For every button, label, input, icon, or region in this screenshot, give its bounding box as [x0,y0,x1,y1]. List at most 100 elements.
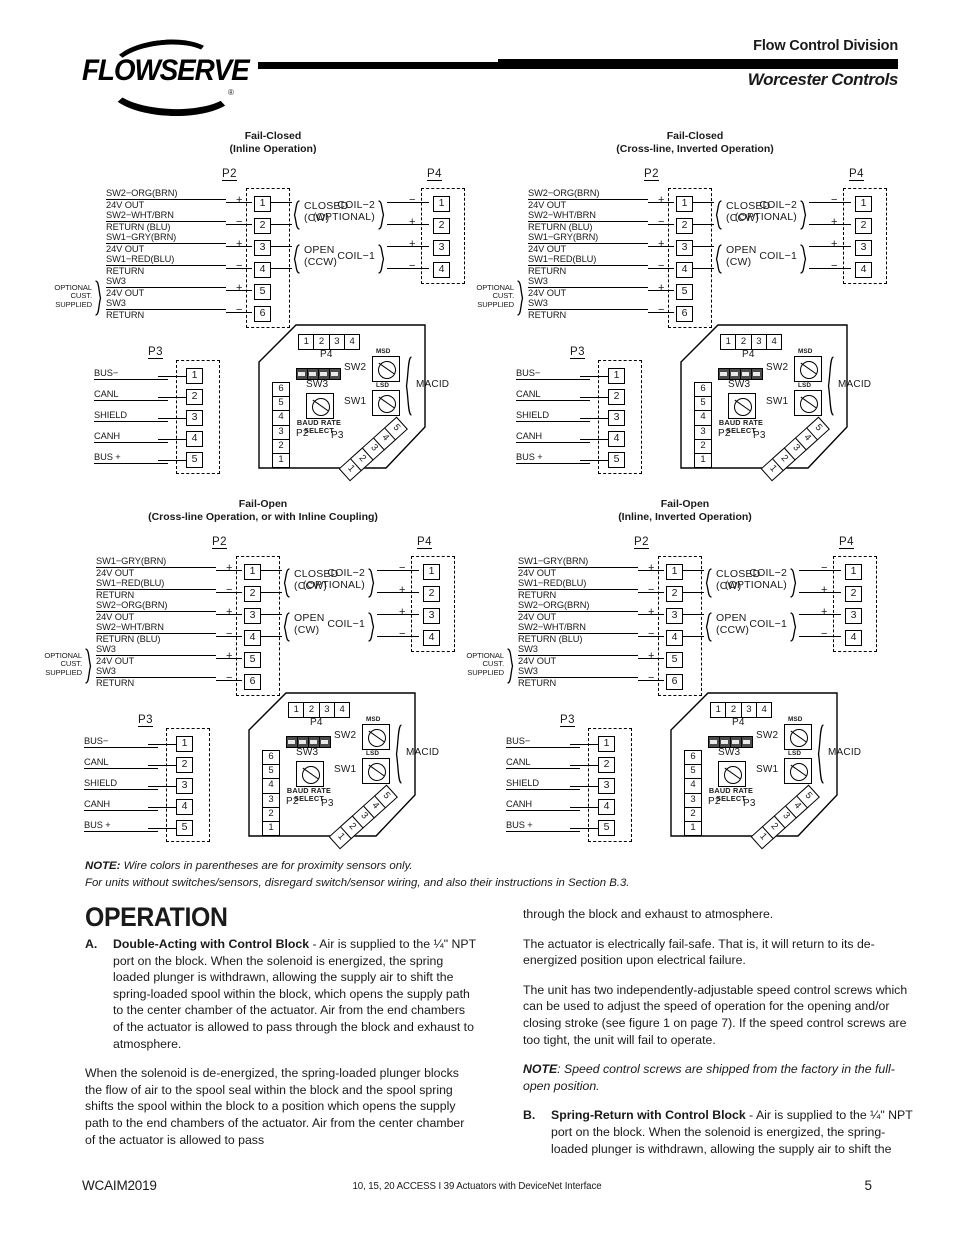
p3-terminal-2[interactable]: 2 [186,389,203,405]
board-p4-pin-2[interactable]: 2 [735,334,752,350]
board-p4-pin-1[interactable]: 1 [298,334,315,350]
board-p2-pin-3[interactable]: 3 [272,424,290,440]
board-connector-p4[interactable]: 1234 [720,334,783,350]
board-p2-pin-6[interactable]: 6 [684,750,702,766]
p2-terminal-6[interactable]: 6 [676,306,693,322]
board-connector-p4[interactable]: 1234 [288,702,351,718]
board-p2-pin-2[interactable]: 2 [272,438,290,455]
p2-terminal-6[interactable]: 6 [254,306,271,322]
board-p2-pin-6[interactable]: 6 [262,750,280,766]
p2-terminal-2[interactable]: 2 [244,586,261,602]
p3-terminal-5[interactable]: 5 [176,820,193,836]
p2-terminal-3[interactable]: 3 [254,240,271,256]
p2-terminal-3[interactable]: 3 [676,240,693,256]
board-p2-pin-3[interactable]: 3 [684,792,702,808]
p3-terminal-3[interactable]: 3 [186,410,203,426]
p4-terminal-2[interactable]: 2 [423,586,440,602]
p2-terminal-2[interactable]: 2 [666,586,683,602]
p2-terminal-5[interactable]: 5 [676,284,693,300]
rotary-switch-sw2[interactable] [372,356,400,382]
p2-terminal-5[interactable]: 5 [244,652,261,668]
board-connector-p2[interactable]: 654321 [262,750,280,837]
p3-terminal-1[interactable]: 1 [186,368,203,384]
board-p4-pin-1[interactable]: 1 [288,702,305,718]
p4-terminal-3[interactable]: 3 [423,608,440,624]
board-p2-pin-5[interactable]: 5 [272,396,290,412]
board-p2-pin-3[interactable]: 3 [262,792,280,808]
rotary-switch-sw2[interactable] [794,356,822,382]
rotary-switch-sw1[interactable] [362,758,390,784]
board-p2-pin-1[interactable]: 1 [272,453,290,469]
p2-terminal-1[interactable]: 1 [676,196,693,212]
p3-terminal-3[interactable]: 3 [598,778,615,794]
p3-terminal-4[interactable]: 4 [608,431,625,447]
dip-switch-4[interactable] [741,736,753,748]
board-connector-p2[interactable]: 654321 [684,750,702,837]
p3-terminal-3[interactable]: 3 [176,778,193,794]
p4-terminal-1[interactable]: 1 [845,564,862,580]
dip-switch-4[interactable] [751,368,763,380]
p2-terminal-4[interactable]: 4 [244,630,261,646]
board-p2-pin-4[interactable]: 4 [272,410,290,426]
board-p4-pin-4[interactable]: 4 [755,702,773,718]
board-p2-pin-4[interactable]: 4 [262,778,280,794]
board-p2-pin-3[interactable]: 3 [694,424,712,440]
p4-terminal-3[interactable]: 3 [855,240,872,256]
board-p4-pin-2[interactable]: 2 [725,702,742,718]
p4-terminal-2[interactable]: 2 [433,218,450,234]
p4-terminal-1[interactable]: 1 [433,196,450,212]
board-p4-pin-3[interactable]: 3 [740,702,758,718]
board-p4-pin-3[interactable]: 3 [328,334,346,350]
board-p4-pin-3[interactable]: 3 [750,334,768,350]
board-p4-pin-4[interactable]: 4 [343,334,361,350]
board-connector-p2[interactable]: 654321 [694,382,712,469]
p2-terminal-1[interactable]: 1 [244,564,261,580]
p2-terminal-5[interactable]: 5 [666,652,683,668]
p4-terminal-4[interactable]: 4 [433,262,450,278]
board-p4-pin-2[interactable]: 2 [313,334,330,350]
p3-terminal-4[interactable]: 4 [186,431,203,447]
p3-terminal-1[interactable]: 1 [176,736,193,752]
p3-terminal-4[interactable]: 4 [176,799,193,815]
p3-terminal-1[interactable]: 1 [608,368,625,384]
p2-terminal-1[interactable]: 1 [254,196,271,212]
board-p2-pin-1[interactable]: 1 [694,453,712,469]
p3-terminal-2[interactable]: 2 [598,757,615,773]
p2-terminal-2[interactable]: 2 [254,218,271,234]
p2-terminal-3[interactable]: 3 [666,608,683,624]
rotary-switch-sw1[interactable] [784,758,812,784]
board-p2-pin-2[interactable]: 2 [262,806,280,823]
board-p2-pin-1[interactable]: 1 [262,821,280,837]
board-p2-pin-5[interactable]: 5 [262,764,280,780]
p3-terminal-1[interactable]: 1 [598,736,615,752]
p2-terminal-3[interactable]: 3 [244,608,261,624]
rotary-switch-sw3[interactable] [728,393,756,419]
rotary-switch-sw3[interactable] [296,761,324,787]
p4-terminal-2[interactable]: 2 [845,586,862,602]
p3-terminal-5[interactable]: 5 [186,452,203,468]
board-connector-p4[interactable]: 1234 [298,334,361,350]
p2-terminal-5[interactable]: 5 [254,284,271,300]
board-p2-pin-2[interactable]: 2 [684,806,702,823]
board-p2-pin-2[interactable]: 2 [694,438,712,455]
dip-switch-4[interactable] [329,368,341,380]
dip-switch-4[interactable] [319,736,331,748]
board-p2-pin-1[interactable]: 1 [684,821,702,837]
p3-terminal-3[interactable]: 3 [608,410,625,426]
rotary-switch-sw2[interactable] [362,724,390,750]
p3-terminal-5[interactable]: 5 [598,820,615,836]
p2-terminal-4[interactable]: 4 [666,630,683,646]
rotary-switch-sw3[interactable] [306,393,334,419]
board-p2-pin-6[interactable]: 6 [272,382,290,398]
board-p2-pin-5[interactable]: 5 [694,396,712,412]
rotary-switch-sw3[interactable] [718,761,746,787]
p4-terminal-1[interactable]: 1 [423,564,440,580]
p3-terminal-4[interactable]: 4 [598,799,615,815]
rotary-switch-sw1[interactable] [794,390,822,416]
p2-terminal-6[interactable]: 6 [666,674,683,690]
board-p4-pin-2[interactable]: 2 [303,702,320,718]
board-p4-pin-1[interactable]: 1 [720,334,737,350]
p2-terminal-4[interactable]: 4 [676,262,693,278]
p4-terminal-3[interactable]: 3 [433,240,450,256]
rotary-switch-sw1[interactable] [372,390,400,416]
